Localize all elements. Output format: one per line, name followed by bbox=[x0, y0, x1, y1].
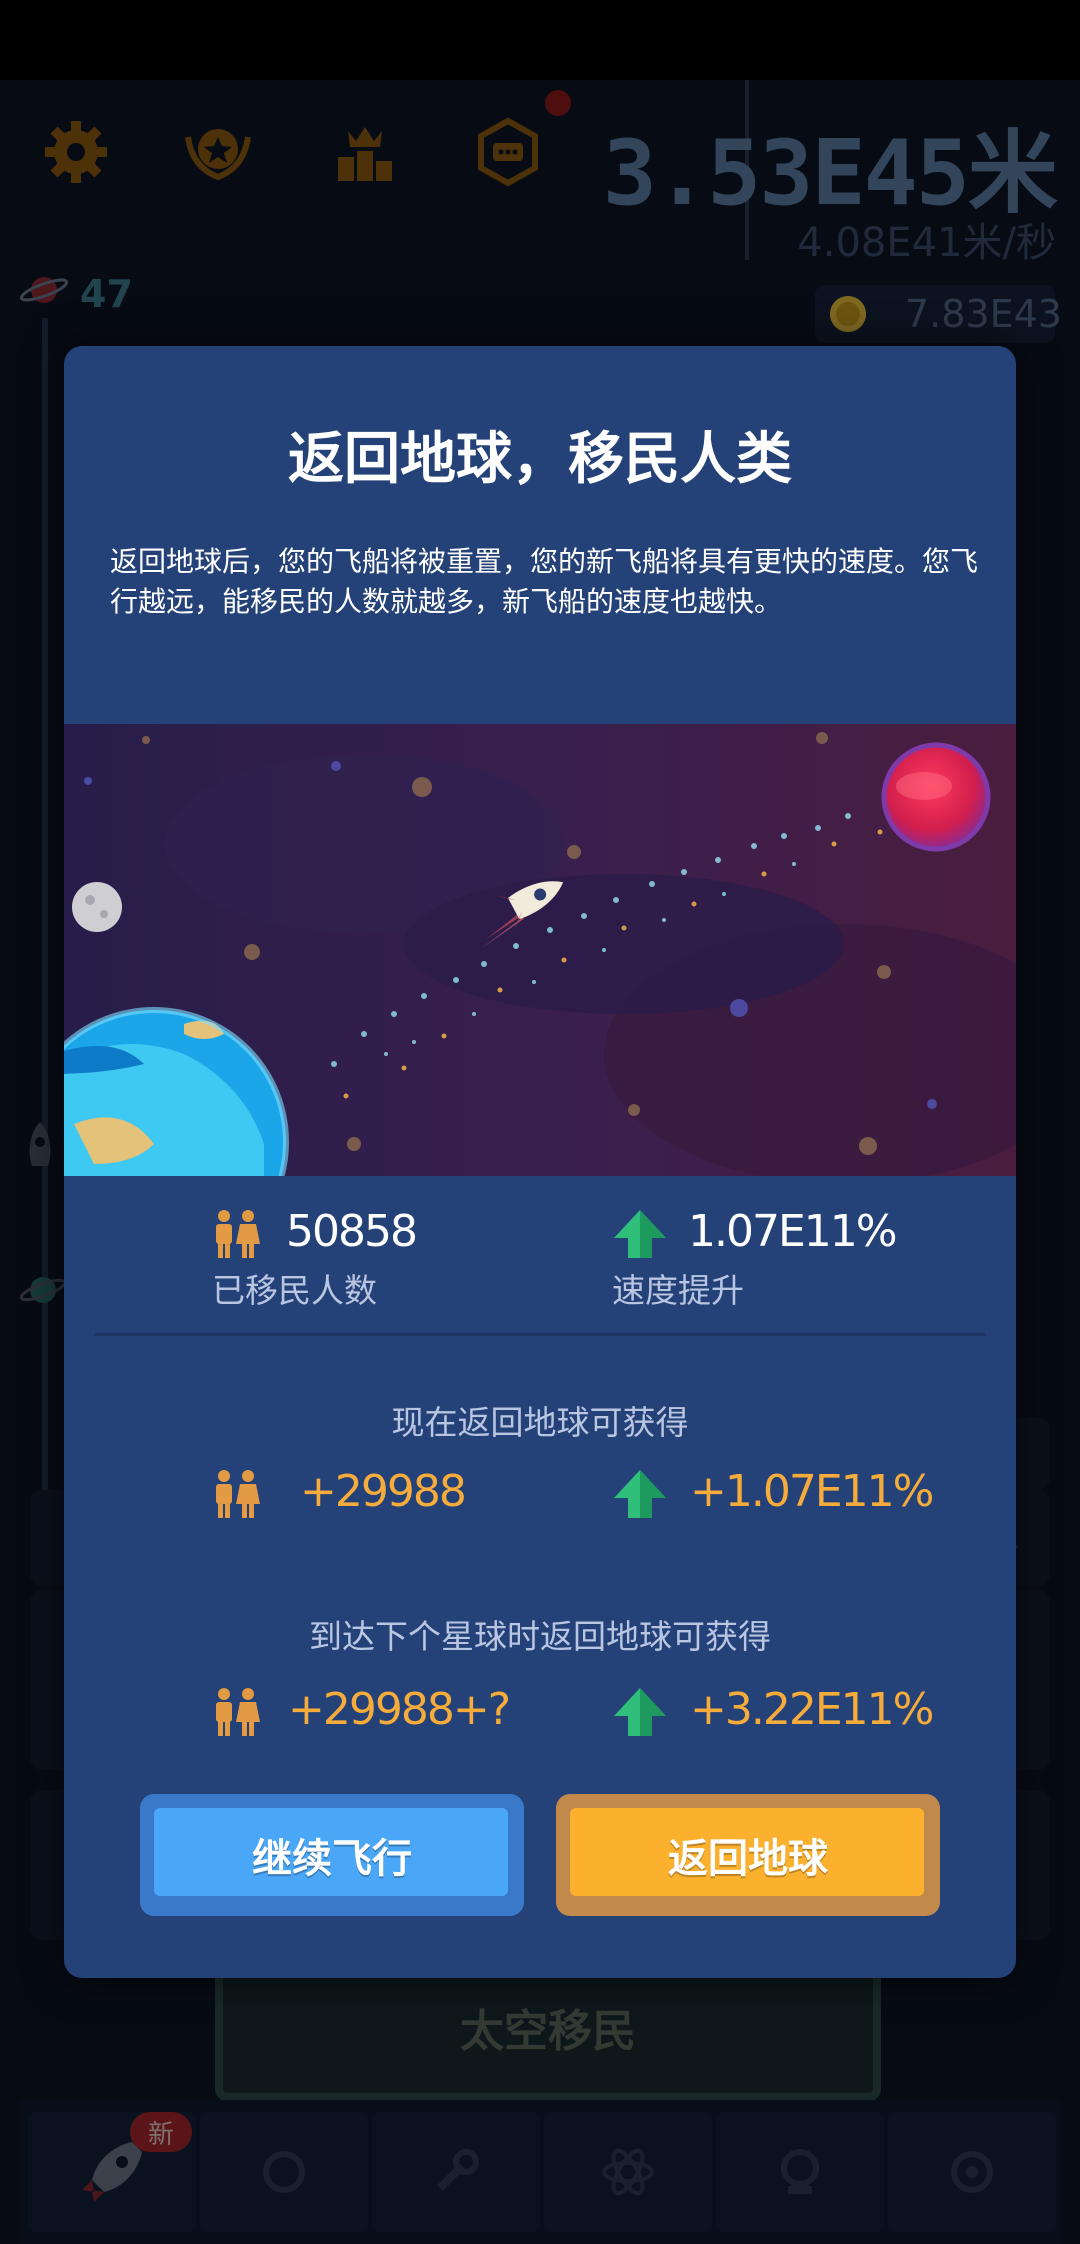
dialog-description: 返回地球后，您的飞船将被重置，您的新飞船将具有更快的速度。您飞行越远，能移民的人… bbox=[110, 545, 979, 618]
now-gain-people: +29988 bbox=[300, 1466, 467, 1517]
speed-boost-value: 1.07E11% bbox=[688, 1206, 898, 1257]
return-earth-label: 返回地球 bbox=[668, 1836, 828, 1882]
return-earth-dialog: 返回地球，移民人类 返回地球后，您的飞船将被重置，您的新飞船将具有更快的速度。您… bbox=[64, 346, 1016, 1978]
next-gain-label: 到达下个星球时返回地球可获得 bbox=[309, 1617, 771, 1656]
people-icon bbox=[208, 1208, 264, 1264]
people-icon bbox=[208, 1686, 264, 1742]
continue-flight-button[interactable]: 继续飞行 bbox=[140, 1794, 524, 1916]
return-earth-button[interactable]: 返回地球 bbox=[556, 1794, 940, 1916]
space-illustration bbox=[64, 724, 1016, 1176]
immigrants-value: 50858 bbox=[286, 1206, 418, 1257]
people-icon bbox=[208, 1468, 264, 1524]
continue-flight-label: 继续飞行 bbox=[252, 1836, 412, 1882]
immigrants-label: 已移民人数 bbox=[212, 1271, 377, 1310]
speed-up-icon bbox=[612, 1686, 668, 1742]
speed-up-icon bbox=[612, 1468, 668, 1524]
next-gain-people: +29988+? bbox=[288, 1684, 511, 1735]
now-gain-speed: +1.07E11% bbox=[690, 1466, 934, 1517]
speed-boost-label: 速度提升 bbox=[612, 1271, 744, 1310]
next-gain-speed: +3.22E11% bbox=[690, 1684, 934, 1735]
stats-divider bbox=[94, 1333, 986, 1336]
now-gain-label: 现在返回地球可获得 bbox=[391, 1403, 689, 1442]
speed-up-icon bbox=[612, 1208, 668, 1264]
dialog-title: 返回地球，移民人类 bbox=[288, 427, 792, 492]
